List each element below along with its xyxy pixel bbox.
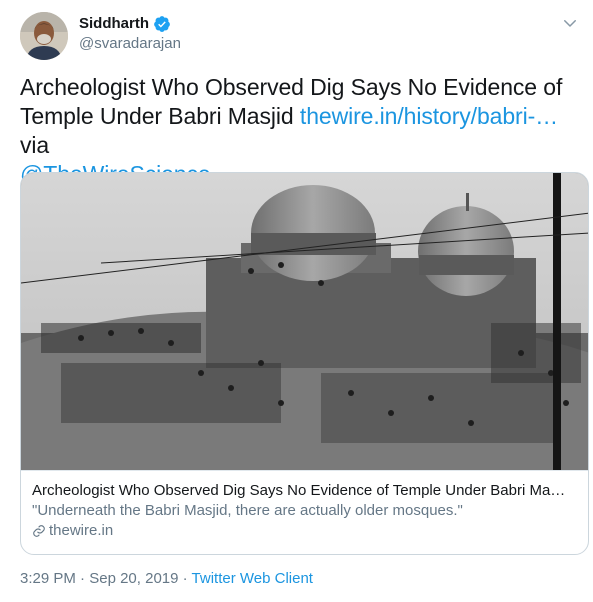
card-body[interactable]: Archeologist Who Observed Dig Says No Ev… bbox=[21, 470, 588, 541]
card-description: "Underneath the Babri Masjid, there are … bbox=[32, 502, 463, 519]
display-name[interactable]: Siddharth bbox=[79, 14, 149, 34]
meta-separator: · bbox=[75, 570, 90, 587]
verified-badge-icon bbox=[154, 16, 170, 32]
tweet: Siddharth @svaradarajan Archeologist Who… bbox=[0, 0, 593, 602]
card-title[interactable]: Archeologist Who Observed Dig Says No Ev… bbox=[32, 481, 577, 501]
display-name-row[interactable]: Siddharth bbox=[79, 14, 181, 34]
author-names: Siddharth @svaradarajan bbox=[79, 14, 181, 54]
tweet-date[interactable]: Sep 20, 2019 bbox=[89, 570, 178, 587]
tweet-text-via: via bbox=[20, 132, 50, 158]
chevron-down-icon[interactable] bbox=[561, 14, 579, 32]
avatar[interactable] bbox=[20, 12, 68, 60]
card-image[interactable] bbox=[21, 173, 589, 470]
handle[interactable]: @svaradarajan bbox=[79, 34, 181, 54]
tweet-time[interactable]: 3:29 PM bbox=[20, 570, 76, 587]
card-domain: thewire.in bbox=[49, 522, 114, 539]
tweet-meta: 3:29 PM · Sep 20, 2019 · Twitter Web Cli… bbox=[20, 569, 313, 589]
link-icon bbox=[33, 525, 45, 537]
tweet-link[interactable]: thewire.in/history/babri-… bbox=[300, 103, 558, 129]
link-card[interactable]: Archeologist Who Observed Dig Says No Ev… bbox=[20, 172, 589, 555]
card-domain-row: thewire.in bbox=[32, 521, 577, 541]
tweet-client[interactable]: Twitter Web Client bbox=[192, 570, 313, 587]
meta-separator-2: · bbox=[178, 570, 192, 587]
